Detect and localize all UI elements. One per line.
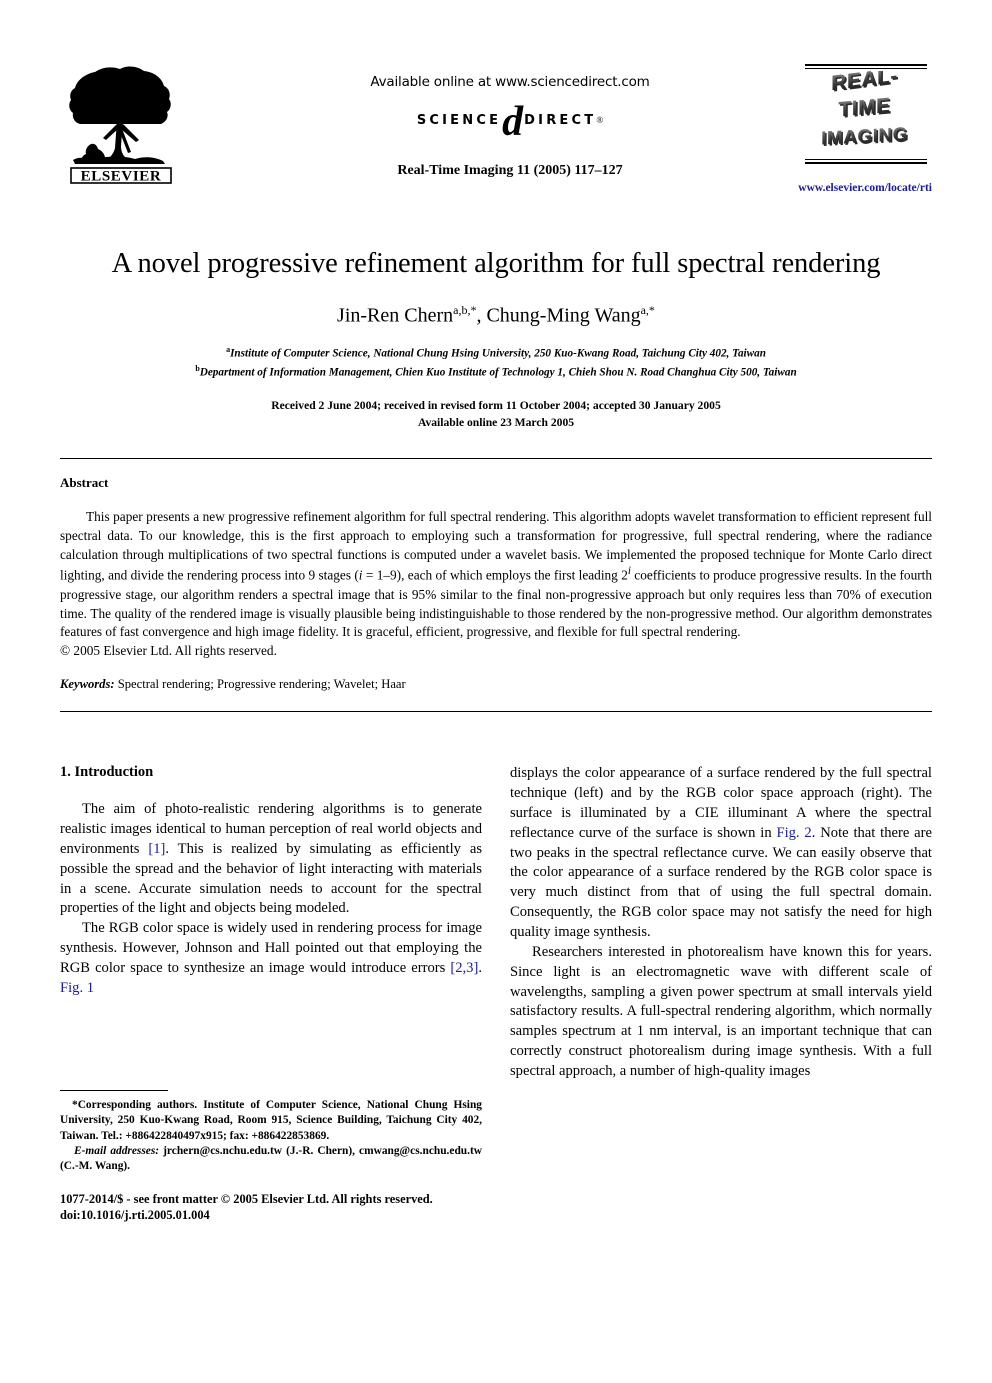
keywords-label: Keywords: bbox=[60, 677, 115, 692]
sciencedirect-logo: SCIENCE d DIRECT ® bbox=[310, 99, 710, 145]
author-name: Chung-Ming Wang bbox=[486, 304, 641, 327]
registered-trademark-icon: ® bbox=[596, 115, 604, 125]
available-online-date: Available online 23 March 2005 bbox=[417, 416, 575, 430]
elsevier-logo: ELSEVIER bbox=[65, 60, 177, 185]
author-affiliation-marker: a,b,* bbox=[453, 303, 477, 318]
doi-line: doi:10.1016/j.rti.2005.01.004 bbox=[60, 1208, 210, 1223]
received-dates: Received 2 June 2004; received in revise… bbox=[271, 399, 721, 413]
paragraph-text: The RGB color space is widely used in re… bbox=[60, 920, 482, 976]
article-title: A novel progressive refinement algorithm… bbox=[111, 248, 881, 279]
paragraph-text: . bbox=[478, 959, 482, 976]
abstract-bottom-divider bbox=[60, 711, 932, 713]
journal-reference: Real-Time Imaging 11 (2005) 117–127 bbox=[397, 163, 623, 178]
corresponding-author-note: *Corresponding authors. Institute of Com… bbox=[60, 1099, 482, 1142]
abstract-heading: Abstract bbox=[60, 474, 109, 490]
elsevier-wordmark: ELSEVIER bbox=[81, 169, 162, 185]
affiliation-text: Department of Information Management, Ch… bbox=[199, 366, 797, 379]
email-addresses-note: E-mail addresses: jrchern@cs.nchu.edu.tw… bbox=[60, 1144, 482, 1175]
sciencedirect-block: Available online at www.sciencedirect.co… bbox=[310, 74, 710, 145]
footnote-text: *Corresponding authors. Institute of Com… bbox=[60, 1098, 482, 1174]
citation-link-2-3[interactable]: [2,3] bbox=[450, 960, 478, 976]
intro-paragraph-1: The aim of photo-realistic rendering alg… bbox=[60, 800, 482, 919]
affiliation-item: aInstitute of Computer Science, National… bbox=[60, 344, 932, 363]
footnote-area: *Corresponding authors. Institute of Com… bbox=[60, 1090, 482, 1224]
affiliation-text: Institute of Computer Science, National … bbox=[230, 347, 766, 360]
abstract-math-equation: = 1–9), each of which employs the first … bbox=[362, 567, 628, 583]
issn-copyright-line: 1077-2014/$ - see front matter © 2005 El… bbox=[60, 1191, 433, 1206]
footnote-divider bbox=[60, 1090, 168, 1092]
author-affiliation-marker: a,* bbox=[640, 303, 655, 318]
figure-link-fig-2[interactable]: Fig. 2 bbox=[776, 825, 811, 841]
intro-paragraph-continued: displays the color appearance of a surfa… bbox=[510, 764, 932, 943]
affiliation-item: bDepartment of Information Management, C… bbox=[60, 363, 932, 382]
journal-url-link[interactable]: www.elsevier.com/locate/rti bbox=[757, 182, 932, 194]
journal-logo-artwork: REAL- REAL- TIME TIME IMAGING IMAGING bbox=[821, 71, 909, 151]
sciencedirect-d-glyph: d bbox=[502, 99, 524, 145]
body-columns: 1. Introduction The aim of photo-realist… bbox=[60, 764, 932, 1224]
right-column: displays the color appearance of a surfa… bbox=[510, 764, 932, 1224]
author-list: Jin-Ren Cherna,b,*, Chung-Ming Wanga,* bbox=[337, 303, 655, 327]
abstract-top-divider bbox=[60, 457, 932, 459]
sciencedirect-direct-text: DIRECT bbox=[524, 112, 597, 128]
article-history: Received 2 June 2004; received in revise… bbox=[60, 397, 932, 432]
available-online-text: Available online at www.sciencedirect.co… bbox=[370, 74, 650, 90]
intro-paragraph-3: Researchers interested in photorealism h… bbox=[510, 943, 932, 1079]
keywords-value: Spectral rendering; Progressive renderin… bbox=[117, 677, 406, 692]
keywords-line: Keywords: Spectral rendering; Progressiv… bbox=[60, 677, 932, 692]
affiliations: aInstitute of Computer Science, National… bbox=[60, 344, 932, 382]
abstract-text: This paper presents a new progressive re… bbox=[60, 508, 932, 643]
journal-logo-top-rules bbox=[805, 64, 927, 69]
abstract-copyright: © 2005 Elsevier Ltd. All rights reserved… bbox=[60, 643, 277, 659]
author-name: Jin-Ren Chern bbox=[337, 304, 454, 327]
figure-link-fig-1[interactable]: Fig. 1 bbox=[60, 980, 94, 996]
section-heading-introduction: 1. Introduction bbox=[60, 764, 154, 781]
masthead: ELSEVIER Available online at www.science… bbox=[60, 60, 932, 205]
journal-article-page: ELSEVIER Available online at www.science… bbox=[0, 60, 992, 1383]
sciencedirect-science-text: SCIENCE bbox=[416, 112, 502, 128]
svg-text:TIME: TIME bbox=[838, 94, 890, 122]
paragraph-text: . Note that there are two peaks in the s… bbox=[510, 824, 932, 940]
journal-logo-bottom-rules bbox=[805, 159, 927, 164]
email-label: E-mail addresses: bbox=[74, 1144, 160, 1157]
citation-link-1[interactable]: [1] bbox=[148, 841, 165, 857]
footer-imprint: 1077-2014/$ - see front matter © 2005 El… bbox=[60, 1191, 482, 1225]
intro-paragraph-2: The RGB color space is widely used in re… bbox=[60, 919, 482, 998]
journal-logo: REAL- REAL- TIME TIME IMAGING IMAGING bbox=[805, 64, 927, 166]
left-column: 1. Introduction The aim of photo-realist… bbox=[60, 764, 482, 1224]
